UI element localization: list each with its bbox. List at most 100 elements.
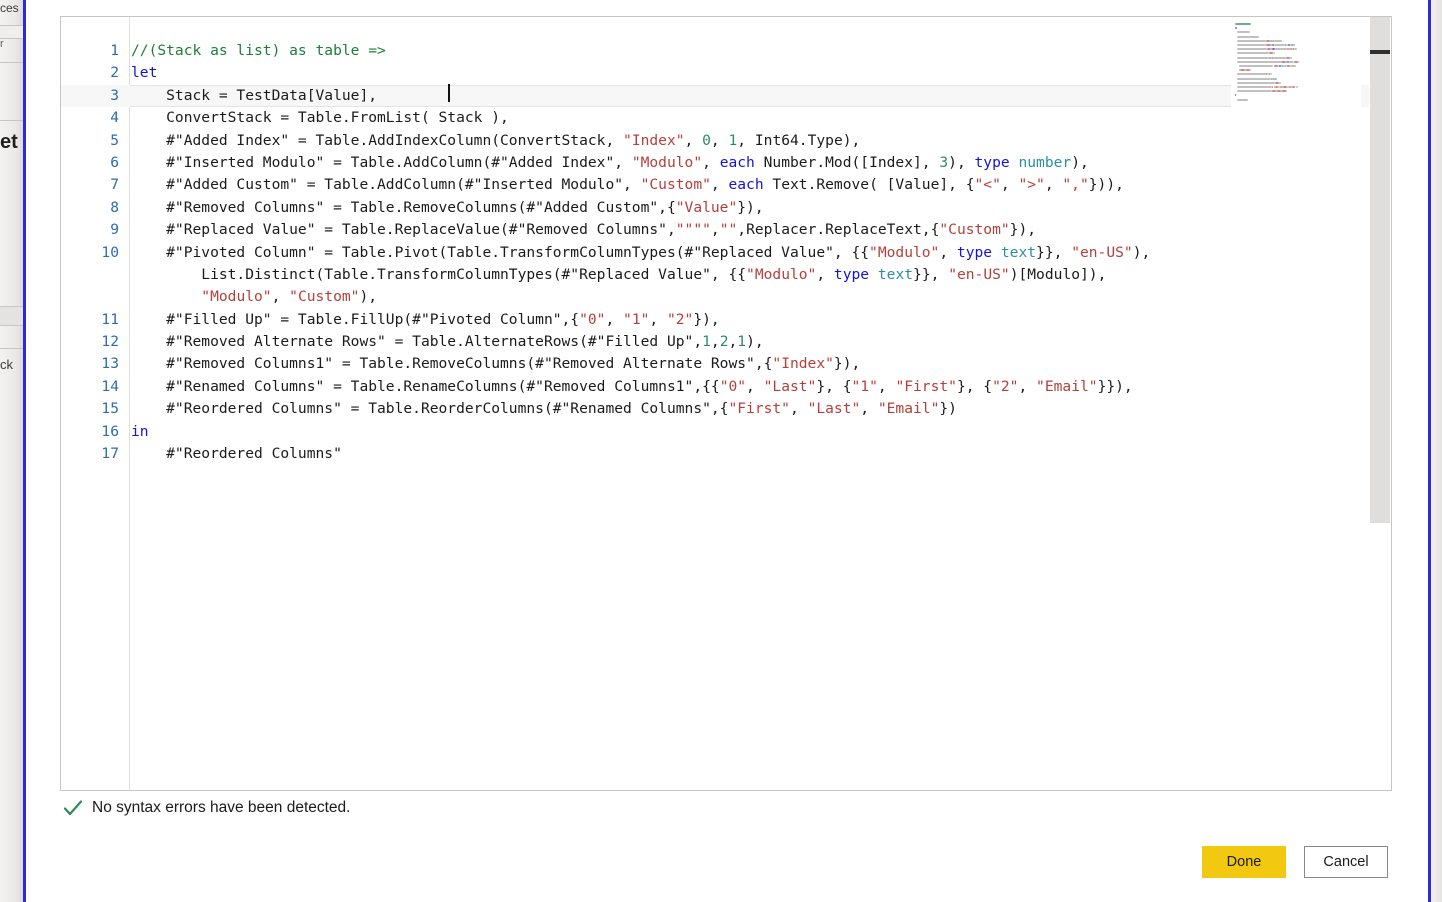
code-token: Number.Mod([Index], xyxy=(754,153,940,171)
code-token: }), xyxy=(833,355,861,373)
code-token: )[Modulo]), xyxy=(1009,265,1107,283)
code-line[interactable]: 5 #"Added Index" = Table.AddIndexColumn(… xyxy=(61,130,1371,152)
line-number: 11 xyxy=(101,310,119,328)
minimap-line-bar xyxy=(1275,77,1277,80)
line-text: #"Added Index" = Table.AddIndexColumn(Co… xyxy=(131,130,860,152)
code-line[interactable]: "Modulo", "Custom"), xyxy=(61,286,1371,308)
code-token: 1 xyxy=(728,131,738,149)
code-line[interactable]: 14 #"Renamed Columns" = Table.RenameColu… xyxy=(61,376,1371,398)
line-number: 1 xyxy=(110,42,119,59)
code-token: , xyxy=(939,243,957,261)
minimap-line-bar xyxy=(1235,27,1237,30)
code-token: , xyxy=(877,377,896,395)
code-token: type xyxy=(974,153,1010,171)
code-line[interactable]: 16 in xyxy=(61,421,1371,443)
code-line[interactable]: 8 #"Removed Columns" = Table.RemoveColum… xyxy=(61,197,1371,219)
code-token: Text.Remove( [Value], { xyxy=(763,176,975,194)
line-text: #"Replaced Value" = Table.ReplaceValue(#… xyxy=(131,219,1036,241)
code-token: type xyxy=(833,265,870,283)
code-line[interactable]: 15 #"Reordered Columns" = Table.ReorderC… xyxy=(61,398,1371,420)
done-button[interactable]: Done xyxy=(1202,846,1286,878)
code-token: "0" xyxy=(579,310,606,328)
code-text-area[interactable]: 1 //(Stack as list) as table => 2 let 3 Stac… xyxy=(61,17,1371,790)
code-token: #"Reordered Columns" = Table.ReorderColu… xyxy=(131,400,729,418)
code-token: //(Stack as list) as table => xyxy=(131,42,386,59)
code-token: , xyxy=(816,265,834,283)
code-token: }}, xyxy=(913,265,949,283)
code-token: ,Replacer.ReplaceText,{ xyxy=(737,221,940,239)
code-token: "Email" xyxy=(1036,377,1098,395)
code-line[interactable]: 3 Stack = TestData[Value], xyxy=(61,84,1371,108)
background-fragment-text: ces xyxy=(0,1,19,15)
line-text: #"Reordered Columns" = Table.ReorderColu… xyxy=(131,398,957,420)
scrollbar-cursor-marker xyxy=(1370,50,1390,54)
code-token: #"Inserted Modulo" = Table.AddColumn(#"A… xyxy=(131,153,632,171)
code-token: ), xyxy=(948,153,975,171)
code-token: "Modulo" xyxy=(631,153,703,171)
minimap-line-bar xyxy=(1290,56,1293,59)
code-token: , Int64.Type), xyxy=(737,131,861,149)
line-text: #"Added Custom" = Table.AddColumn(#"Inse… xyxy=(131,174,1124,196)
code-token: "0" xyxy=(719,377,747,395)
code-token: #"Replaced Value" = Table.ReplaceValue(#… xyxy=(131,221,676,239)
code-token: "2" xyxy=(666,310,694,328)
code-line[interactable]: 13 #"Removed Columns1" = Table.RemoveCol… xyxy=(61,353,1371,375)
minimap-line-bar xyxy=(1237,60,1282,63)
code-token: ConvertStack = Table.FromList( Stack ), xyxy=(131,109,509,127)
code-line[interactable]: 4 ConvertStack = Table.FromList( Stack )… xyxy=(61,107,1371,129)
code-token: let xyxy=(131,64,158,82)
code-token: ), xyxy=(359,288,378,306)
minimap-line-bar xyxy=(1273,56,1287,59)
cancel-button[interactable]: Cancel xyxy=(1304,846,1388,878)
line-text: #"Renamed Columns" = Table.RenameColumns… xyxy=(131,376,1133,398)
code-line-list: 1 //(Stack as list) as table => 2 let 3 Stac… xyxy=(61,40,1371,465)
minimap-line-bar xyxy=(1291,86,1296,88)
code-line[interactable]: 12 #"Removed Alternate Rows" = Table.Alt… xyxy=(61,331,1371,353)
line-number: 3 xyxy=(110,86,119,104)
code-line[interactable]: 2 let xyxy=(61,62,1371,84)
line-number: 14 xyxy=(101,377,119,395)
code-line[interactable]: 10 #"Pivoted Column" = Table.Pivot(Table… xyxy=(61,242,1371,264)
code-editor-panel[interactable]: 1 //(Stack as list) as table => 2 let 3 Stac… xyxy=(60,16,1392,791)
minimap-line-bar xyxy=(1237,90,1273,93)
code-token: "Index" xyxy=(772,355,834,373)
line-number: 10 xyxy=(101,243,119,261)
code-token: List.Distinct(Table.TransformColumnTypes… xyxy=(131,265,747,283)
code-token: , xyxy=(789,400,808,418)
code-token: 1 xyxy=(737,333,747,351)
code-token: }, { xyxy=(956,377,993,395)
line-text: #"Removed Columns1" = Table.RemoveColumn… xyxy=(131,353,860,375)
line-number: 16 xyxy=(101,422,119,440)
code-token: "Value" xyxy=(675,198,738,216)
code-token: 0 xyxy=(702,131,711,149)
minimap-line-bar xyxy=(1294,44,1296,46)
minimap-line-bar xyxy=(1295,86,1298,88)
code-token: "Email" xyxy=(877,400,940,418)
line-text: #"Reordered Columns" xyxy=(131,443,342,465)
code-token: "Last" xyxy=(807,400,861,418)
line-text: Stack = TestData[Value], xyxy=(131,85,377,107)
code-token: ), xyxy=(1071,153,1089,171)
vertical-scrollbar-track[interactable] xyxy=(1369,17,1391,790)
dialog-footer: Done Cancel xyxy=(26,846,1428,886)
code-line[interactable]: 1 //(Stack as list) as table => xyxy=(61,40,1371,62)
code-line[interactable]: 9 #"Replaced Value" = Table.ReplaceValue… xyxy=(61,219,1371,241)
minimap-line-bar xyxy=(1290,65,1297,67)
minimap-line-bar xyxy=(1237,81,1276,84)
code-line[interactable]: 11 #"Filled Up" = Table.FillUp(#"Pivoted… xyxy=(61,309,1371,331)
code-minimap[interactable] xyxy=(1231,19,1361,539)
line-text: in xyxy=(131,421,149,443)
minimap-line-bar xyxy=(1294,48,1297,51)
code-token: "2" xyxy=(992,377,1019,395)
code-line[interactable]: 7 #"Added Custom" = Table.AddColumn(#"In… xyxy=(61,174,1371,196)
code-line[interactable]: List.Distinct(Table.TransformColumnTypes… xyxy=(61,264,1371,286)
vertical-scrollbar-thumb[interactable] xyxy=(1370,17,1390,523)
code-line[interactable]: 6 #"Inserted Modulo" = Table.AddColumn(#… xyxy=(61,152,1371,174)
code-token: "Index" xyxy=(623,131,685,149)
minimap-line-bar xyxy=(1237,44,1267,46)
line-number: 5 xyxy=(110,131,119,149)
code-token: "Modulo" xyxy=(201,288,272,306)
code-line[interactable]: 17 #"Reordered Columns" xyxy=(61,443,1371,465)
line-number: 13 xyxy=(101,355,119,373)
